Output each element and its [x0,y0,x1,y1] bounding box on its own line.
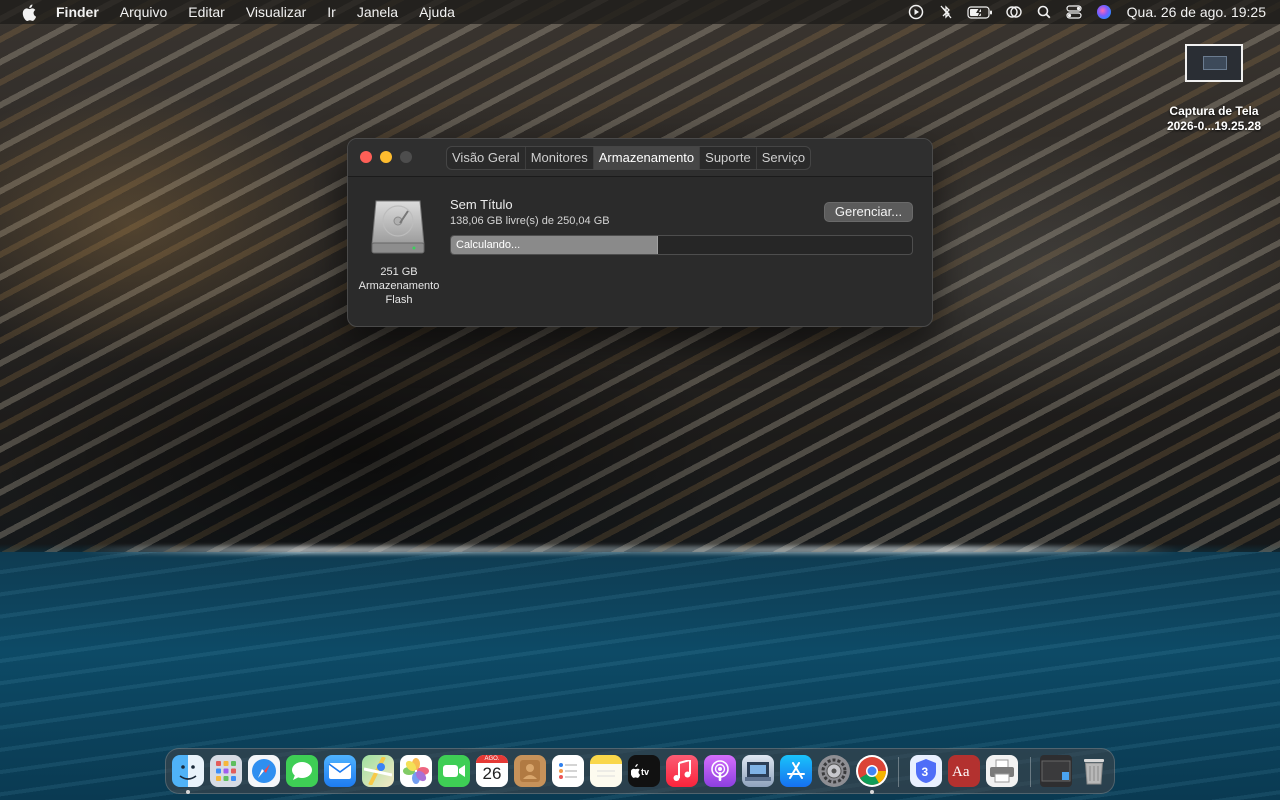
svg-text:3: 3 [922,765,929,779]
hard-disk-icon [370,197,426,255]
menu-arquivo[interactable]: Arquivo [120,4,167,20]
close-button[interactable] [360,151,372,163]
dock-app-3-icon[interactable]: 3 [910,755,942,787]
menu-app-name[interactable]: Finder [56,4,99,20]
tab-armazenamento[interactable]: Armazenamento [593,147,701,169]
dock-tv-icon[interactable]: tv [628,755,660,787]
menu-visualizar[interactable]: Visualizar [246,4,306,20]
menu-janela[interactable]: Janela [357,4,398,20]
tab-servico[interactable]: Serviço [757,147,810,169]
minimize-button[interactable] [380,151,392,163]
siri-icon[interactable] [1095,3,1113,21]
manage-button[interactable]: Gerenciar... [824,202,913,222]
calendar-month: AGO. [476,755,508,763]
dock: AGO. 26 tv 3 Aa [165,748,1115,794]
menu-bar: Finder Arquivo Editar Visualizar Ir Jane… [0,0,1280,24]
chrome-running-dot [870,790,874,794]
menu-ir[interactable]: Ir [327,4,336,20]
dock-maps-icon[interactable] [362,755,394,787]
dock-printer-icon[interactable] [986,755,1018,787]
play-circle-icon[interactable] [907,3,925,21]
disk-caption: 251 GB Armazenamento Flash [350,265,448,307]
dock-chrome-icon[interactable] [856,755,888,787]
disk-type-line1: Armazenamento [358,280,440,292]
dock-reminders-icon[interactable] [552,755,584,787]
wallpaper-surf [80,546,1180,554]
dock-contacts-icon[interactable] [514,755,546,787]
desktop-file-name-line1: Captura de Tela [1169,104,1259,118]
bluetooth-off-icon[interactable] [937,3,955,21]
desktop-file-name: Captura de Tela 2026-0...19.25.28 [1150,104,1278,134]
window-controls [360,151,420,163]
tab-monitores[interactable]: Monitores [526,147,594,169]
dock-screenshot-folder-icon[interactable] [1040,755,1072,787]
dock-safari-icon[interactable] [248,755,280,787]
menu-bar-clock[interactable]: Qua. 26 de ago. 19:25 [1127,4,1266,20]
screen-mirroring-icon[interactable] [1005,3,1023,21]
storage-usage-bar: Calculando... [450,235,913,255]
dock-separator [898,757,899,787]
desktop-screenshot-file[interactable]: Captura de Tela 2026-0...19.25.28 [1150,44,1278,134]
storage-bar-label: Calculando... [456,239,521,251]
about-this-mac-window: Visão Geral Monitores Armazenamento Supo… [347,138,933,327]
spotlight-search-icon[interactable] [1035,3,1053,21]
dock-calendar-icon[interactable]: AGO. 26 [476,755,508,787]
dock-trash-icon[interactable] [1078,755,1110,787]
dock-photos-icon[interactable] [400,755,432,787]
tab-visao-geral[interactable]: Visão Geral [447,147,526,169]
dock-preview-icon[interactable] [742,755,774,787]
disk-type-line2: Flash [385,294,413,306]
dock-dictionary-icon[interactable]: Aa [948,755,980,787]
dock-notes-icon[interactable] [590,755,622,787]
storage-panel: 251 GB Armazenamento Flash Sem Título 13… [348,177,932,326]
dock-finder-icon[interactable] [172,755,204,787]
menu-editar[interactable]: Editar [188,4,225,20]
dock-podcasts-icon[interactable] [704,755,736,787]
calendar-day: 26 [482,764,502,783]
volume-free-space: 138,06 GB livre(s) de 250,04 GB [450,215,610,227]
dock-separator-2 [1030,757,1031,787]
menu-bar-status-area: Qua. 26 de ago. 19:25 [895,0,1266,24]
desktop-file-name-line2: 2026-0...19.25.28 [1166,119,1262,133]
menu-ajuda[interactable]: Ajuda [419,4,455,20]
dock-facetime-icon[interactable] [438,755,470,787]
tab-bar: Visão Geral Monitores Armazenamento Supo… [446,146,812,170]
volume-name: Sem Título [450,197,513,212]
dock-messages-icon[interactable] [286,755,318,787]
svg-text:Aa: Aa [952,764,970,780]
battery-charging-icon[interactable] [967,3,993,21]
dock-launchpad-icon[interactable] [210,755,242,787]
control-center-icon[interactable] [1065,3,1083,21]
finder-running-dot [186,790,190,794]
dock-mail-icon[interactable] [324,755,356,787]
screenshot-thumbnail [1185,44,1243,82]
window-titlebar[interactable]: Visão Geral Monitores Armazenamento Supo… [348,139,932,177]
disk-size: 251 GB [380,266,418,278]
apple-menu-icon[interactable] [20,3,38,21]
dock-music-icon[interactable] [666,755,698,787]
dock-system-settings-icon[interactable] [818,755,850,787]
dock-app-store-icon[interactable] [780,755,812,787]
svg-text:tv: tv [641,767,649,777]
zoom-button [400,151,412,163]
tab-suporte[interactable]: Suporte [700,147,757,169]
